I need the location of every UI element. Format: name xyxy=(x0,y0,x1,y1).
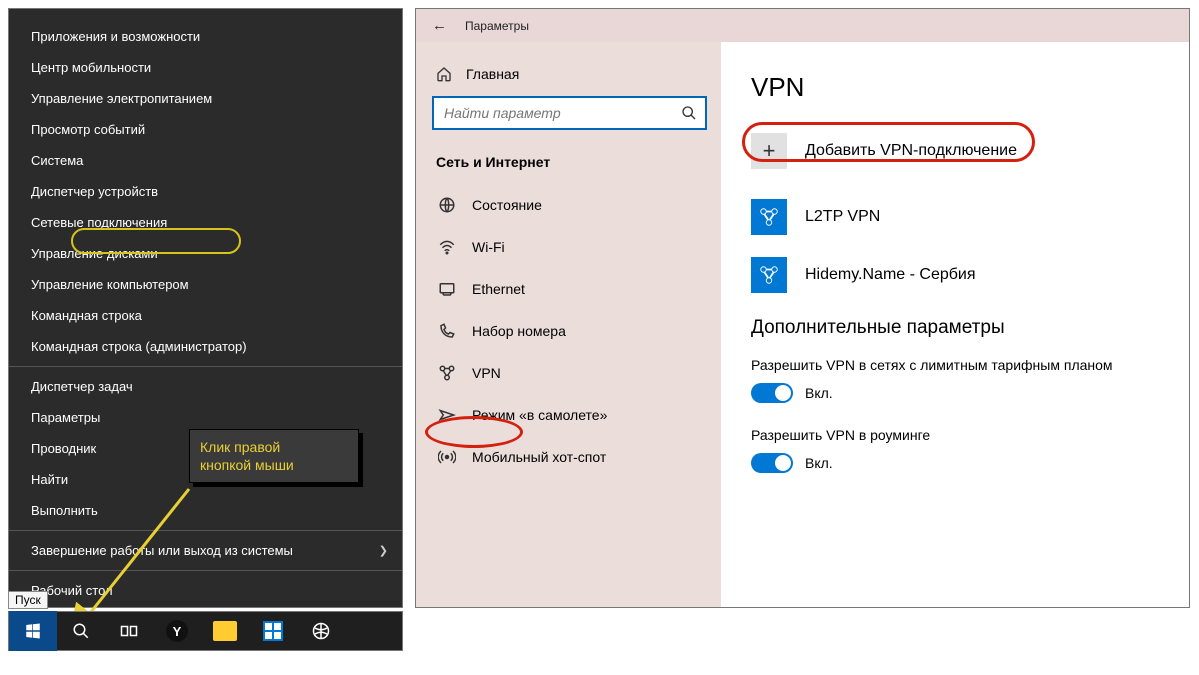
sidebar-item-status[interactable]: Состояние xyxy=(432,184,717,226)
ethernet-icon xyxy=(438,280,456,298)
folder-icon xyxy=(213,621,237,641)
sidebar-item-wifi[interactable]: Wi-Fi xyxy=(432,226,717,268)
vpn-connection-icon xyxy=(751,257,787,293)
nav-label: VPN xyxy=(472,365,501,381)
hotspot-icon xyxy=(438,448,456,466)
plus-icon: + xyxy=(751,133,787,169)
toggle-track xyxy=(751,453,793,473)
winx-item-shutdown[interactable]: Завершение работы или выход из системы ❯ xyxy=(9,535,402,566)
dialup-icon xyxy=(438,322,456,340)
taskbar-app-yandex[interactable]: Y xyxy=(153,611,201,651)
winx-item-eventviewer[interactable]: Просмотр событий xyxy=(9,114,402,145)
sidebar-home-label: Главная xyxy=(466,66,519,82)
winx-item-devmgr[interactable]: Диспетчер устройств xyxy=(9,176,402,207)
start-tooltip: Пуск xyxy=(8,591,48,609)
taskview-icon xyxy=(120,622,138,640)
airplane-icon xyxy=(438,406,456,424)
nav-label: Ethernet xyxy=(472,281,525,297)
titlebar: ← Параметры xyxy=(416,9,1189,42)
window-title: Параметры xyxy=(465,19,529,33)
search-input-wrapper[interactable] xyxy=(432,96,707,130)
winx-item-settings[interactable]: Параметры xyxy=(9,402,402,433)
taskbar-app-calc[interactable] xyxy=(249,611,297,651)
vpn-connection-label: Hidemy.Name - Сербия xyxy=(805,266,976,284)
taskbar: Y xyxy=(8,611,403,651)
settings-sidebar: Главная Сеть и Интернет Состояние Wi-Fi xyxy=(416,42,721,607)
toggle-roaming[interactable]: Вкл. xyxy=(751,453,1159,473)
calculator-icon xyxy=(263,621,283,641)
sidebar-item-ethernet[interactable]: Ethernet xyxy=(432,268,717,310)
taskbar-search[interactable] xyxy=(57,611,105,651)
vpn-icon xyxy=(438,364,456,382)
back-button[interactable]: ← xyxy=(432,17,447,34)
sidebar-item-hotspot[interactable]: Мобильный хот-спот xyxy=(432,436,717,478)
nav-label: Wi-Fi xyxy=(472,239,505,255)
wifi-icon xyxy=(438,238,456,256)
separator xyxy=(9,366,402,367)
nav-label: Мобильный хот-спот xyxy=(472,449,606,465)
sidebar-home[interactable]: Главная xyxy=(432,58,721,96)
winx-item-power[interactable]: Управление электропитанием xyxy=(9,83,402,114)
sidebar-item-dialup[interactable]: Набор номера xyxy=(432,310,717,352)
search-icon xyxy=(72,622,90,640)
start-button[interactable] xyxy=(9,611,57,651)
sidebar-item-vpn[interactable]: VPN xyxy=(432,352,717,394)
vpn-connection-icon xyxy=(751,199,787,235)
toggle-state: Вкл. xyxy=(805,385,833,401)
add-vpn-button[interactable]: + Добавить VPN-подключение xyxy=(751,133,1159,169)
search-icon xyxy=(681,105,697,121)
nav-label: Набор номера xyxy=(472,323,566,339)
winx-item-diskmgr[interactable]: Управление дисками xyxy=(9,238,402,269)
nav-label: Режим «в самолете» xyxy=(472,407,607,423)
separator xyxy=(9,530,402,531)
browser-icon xyxy=(312,622,330,640)
settings-window: ← Параметры Главная Сеть и Интернет Сост… xyxy=(415,8,1190,608)
vpn-connection-item[interactable]: Hidemy.Name - Сербия xyxy=(751,257,1159,293)
chevron-right-icon: ❯ xyxy=(379,544,388,557)
winx-item-system[interactable]: Система xyxy=(9,145,402,176)
add-vpn-label: Добавить VPN-подключение xyxy=(805,142,1017,160)
nav-label: Состояние xyxy=(472,197,542,213)
winx-item-explorer[interactable]: Проводник xyxy=(9,433,402,464)
status-icon xyxy=(438,196,456,214)
winx-item-run[interactable]: Выполнить xyxy=(9,495,402,526)
winx-item-cmd[interactable]: Командная строка xyxy=(9,300,402,331)
taskbar-app-explorer[interactable] xyxy=(201,611,249,651)
separator xyxy=(9,570,402,571)
winx-item-desktop[interactable]: Рабочий стол xyxy=(9,575,402,606)
taskbar-app-browser[interactable] xyxy=(297,611,345,651)
toggle-track xyxy=(751,383,793,403)
winx-context-menu: Приложения и возможности Центр мобильнос… xyxy=(8,8,403,608)
toggle-metered[interactable]: Вкл. xyxy=(751,383,1159,403)
sidebar-item-airplane[interactable]: Режим «в самолете» xyxy=(432,394,717,436)
home-icon xyxy=(436,66,452,82)
sidebar-category: Сеть и Интернет xyxy=(432,148,721,184)
option-label: Разрешить VPN в роуминге xyxy=(751,427,1159,443)
page-title: VPN xyxy=(751,72,1159,103)
winx-item-label: Завершение работы или выход из системы xyxy=(31,543,293,558)
winx-item-taskmgr[interactable]: Диспетчер задач xyxy=(9,371,402,402)
winx-item-search[interactable]: Найти xyxy=(9,464,402,495)
section-heading: Дополнительные параметры xyxy=(751,317,1159,339)
settings-content: VPN + Добавить VPN-подключение L2TP VPN … xyxy=(721,42,1189,607)
winx-item-mobility[interactable]: Центр мобильности xyxy=(9,52,402,83)
toggle-state: Вкл. xyxy=(805,455,833,471)
winx-item-apps[interactable]: Приложения и возможности xyxy=(9,21,402,52)
vpn-connection-item[interactable]: L2TP VPN xyxy=(751,199,1159,235)
windows-icon xyxy=(24,622,42,640)
winx-item-cmd-admin[interactable]: Командная строка (администратор) xyxy=(9,331,402,362)
vpn-connection-label: L2TP VPN xyxy=(805,208,880,226)
yandex-icon: Y xyxy=(166,620,188,642)
winx-item-network[interactable]: Сетевые подключения xyxy=(9,207,402,238)
winx-item-compmgmt[interactable]: Управление компьютером xyxy=(9,269,402,300)
search-input[interactable] xyxy=(444,105,674,121)
option-label: Разрешить VPN в сетях с лимитным тарифны… xyxy=(751,357,1159,373)
taskbar-taskview[interactable] xyxy=(105,611,153,651)
